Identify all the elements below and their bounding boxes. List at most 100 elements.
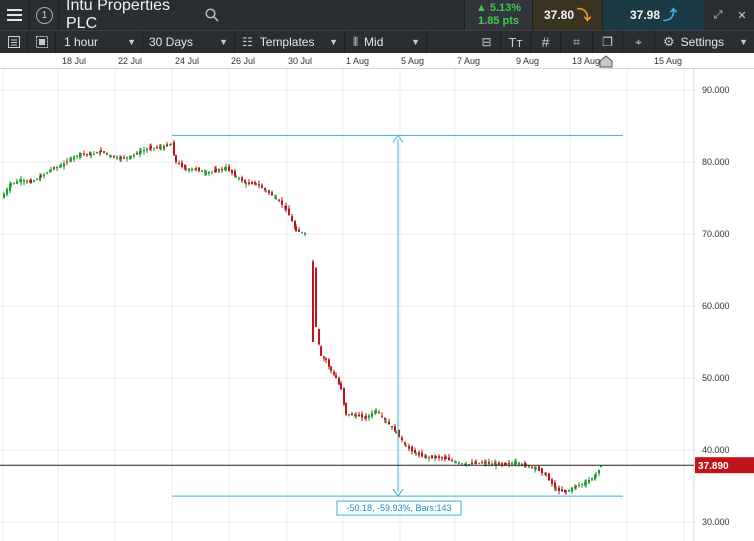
home-marker-icon[interactable] <box>599 55 613 68</box>
candle <box>448 453 450 461</box>
candle-body <box>318 329 320 345</box>
search-icon[interactable] <box>203 0 221 30</box>
sell-price-button[interactable]: 37.80 ⤵ <box>532 0 602 30</box>
candle <box>66 158 68 166</box>
settings-label: Settings <box>680 35 725 49</box>
candle <box>53 166 55 171</box>
candle-body <box>388 421 390 425</box>
candle-body <box>23 179 25 182</box>
candle-body <box>368 415 370 418</box>
candle-body <box>238 177 240 179</box>
candle-body <box>90 154 92 157</box>
range-select[interactable]: 30 Days ▼ <box>143 31 235 53</box>
candle-body <box>66 161 68 163</box>
menu-button[interactable] <box>0 0 30 30</box>
candle <box>208 171 210 177</box>
chart-number-button[interactable]: 1 <box>31 0 59 30</box>
candle-body <box>371 412 373 417</box>
drawing-tools-icon[interactable]: ⌗ <box>561 31 593 53</box>
grid-icon[interactable]: # <box>531 31 561 53</box>
candle <box>30 178 32 184</box>
candle-body <box>358 414 360 417</box>
candle <box>211 170 213 175</box>
candle-body <box>123 157 125 159</box>
close-icon[interactable]: ✕ <box>730 0 754 30</box>
current-price-label: 37.890 <box>698 461 729 472</box>
candle <box>278 198 280 203</box>
candle-body <box>268 190 270 194</box>
x-tick-label: 15 Aug <box>654 56 683 66</box>
candle-body <box>166 144 168 147</box>
candle-body <box>481 462 483 464</box>
candle <box>471 459 473 466</box>
candle-body <box>6 188 8 195</box>
candle-body <box>411 446 413 452</box>
expand-icon[interactable]: ⤢ <box>706 0 730 30</box>
candle-body <box>575 485 577 487</box>
candle-body <box>312 261 314 267</box>
candle-body <box>120 157 122 159</box>
templates-select[interactable]: ☷ Templates ▼ <box>235 31 345 53</box>
candle <box>298 227 300 232</box>
settings-button[interactable]: ⚙ Settings ▼ <box>655 31 754 53</box>
candle-body <box>205 171 207 175</box>
candle-body <box>323 356 325 359</box>
candle <box>83 150 85 156</box>
candle-body <box>251 182 253 185</box>
instrument-name[interactable]: Intu Properties PLC <box>66 0 201 32</box>
candle-body <box>53 167 55 169</box>
x-tick-label: 24 Jul <box>175 56 200 66</box>
candle-body <box>106 152 108 155</box>
candle-body <box>215 168 217 172</box>
candle-body <box>598 469 600 474</box>
chart-grid <box>0 69 694 541</box>
candle-body <box>431 455 433 458</box>
candle-body <box>531 466 533 468</box>
chevron-down-icon: ▼ <box>219 37 228 47</box>
candle-body <box>511 463 513 465</box>
duplicate-icon[interactable]: ❐ <box>593 31 623 53</box>
chart-toolbar: 1 hour ▼ 30 Days ▼ ☷ Templates ▼ ⫴ Mid ▼… <box>0 30 754 53</box>
candle-body <box>278 199 280 201</box>
indicators-icon[interactable]: ⊟ <box>473 31 501 53</box>
chevron-down-icon: ▼ <box>127 37 136 47</box>
candle-body <box>160 147 162 149</box>
chart-window: 1 Intu Properties PLC ▲ 5.13% 1.85 pts 3… <box>0 0 754 541</box>
candle <box>231 169 233 176</box>
candle <box>561 486 563 492</box>
candle-body <box>173 142 175 156</box>
candle-body <box>475 461 477 464</box>
y-tick-label: 90.000 <box>702 85 730 95</box>
candle-body <box>378 412 380 414</box>
candlestick-icon: ⫴ <box>353 34 359 49</box>
candle-body <box>43 174 45 176</box>
interval-select[interactable]: 1 hour ▼ <box>57 31 143 53</box>
candle-body <box>298 229 300 232</box>
candle <box>188 167 190 173</box>
candle <box>401 435 403 443</box>
candle <box>291 213 293 222</box>
crosshair-icon[interactable]: ⌖ <box>623 31 655 53</box>
price-type-select[interactable]: ⫴ Mid ▼ <box>345 31 427 53</box>
candle <box>13 182 15 185</box>
candle <box>598 469 600 477</box>
layout-icon[interactable] <box>29 31 56 53</box>
arrow-up-icon: ⤴ <box>663 7 678 23</box>
candle <box>340 380 342 391</box>
measure-tool[interactable]: -50.18, -59.93%, Bars:143 <box>172 134 623 516</box>
candle-body <box>96 152 98 154</box>
buy-price-button[interactable]: 37.98 ⤴ <box>602 0 704 30</box>
candle-body <box>491 463 493 465</box>
change-points: 1.85 pts <box>478 15 519 27</box>
arrow-down-icon: ⤵ <box>577 7 592 23</box>
candle <box>318 328 320 346</box>
price-chart[interactable]: -50.18, -59.93%, Bars:143 90.000 80.000 70… <box>0 69 754 541</box>
y-tick-label: 30.000 <box>702 517 730 527</box>
list-view-icon[interactable] <box>0 31 28 53</box>
text-tool-icon[interactable]: Tт <box>501 31 531 53</box>
y-tick-label: 80.000 <box>702 157 730 167</box>
candle <box>361 411 363 421</box>
candle-body <box>26 180 28 182</box>
candle-body <box>535 467 537 469</box>
candle-body <box>365 415 367 419</box>
